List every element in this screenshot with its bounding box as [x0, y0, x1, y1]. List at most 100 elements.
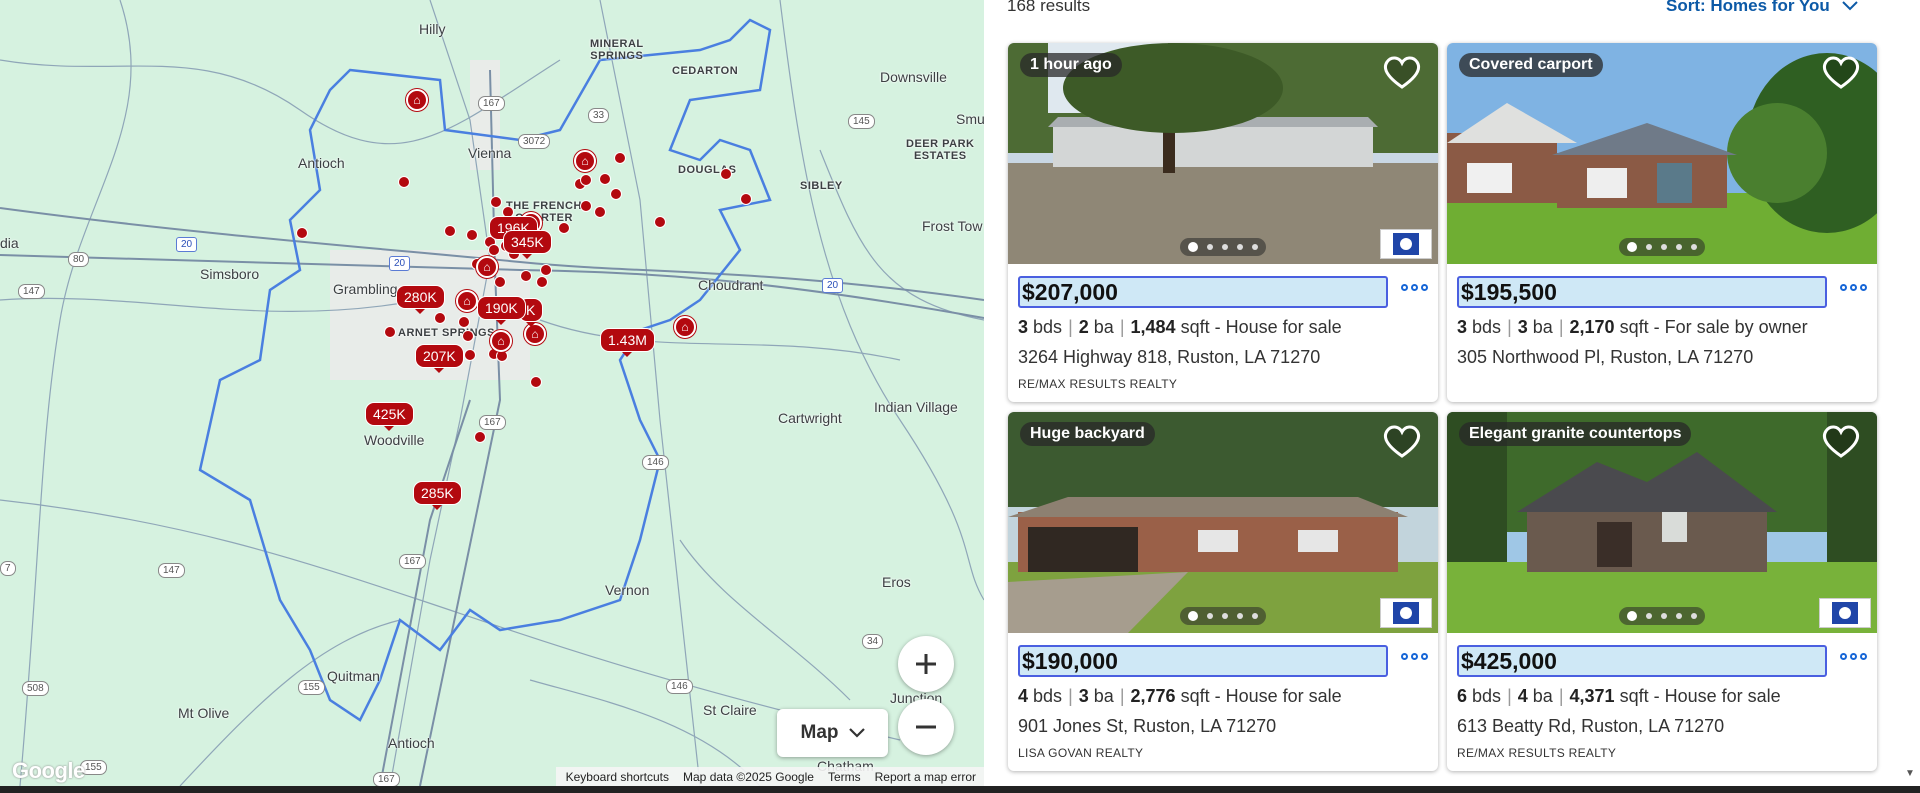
listing-dot[interactable]: [466, 229, 478, 241]
price-pin[interactable]: 425K: [365, 402, 414, 431]
photo-carousel-dots[interactable]: [1180, 607, 1266, 625]
more-options-icon[interactable]: [1840, 284, 1867, 291]
listing-price[interactable]: $190,000: [1018, 645, 1388, 677]
listing-photo[interactable]: 1 hour ago: [1008, 43, 1438, 264]
listing-dot[interactable]: [580, 200, 592, 212]
listing-dot[interactable]: [520, 270, 532, 282]
listing-photo[interactable]: Elegant granite countertops: [1447, 412, 1877, 633]
listing-dot[interactable]: [434, 312, 446, 324]
listing-card[interactable]: Covered carport $195,500 3 bds | 3 ba | 2,17…: [1447, 43, 1877, 402]
place-label: DEER PARK ESTATES: [906, 138, 975, 162]
baths-count: 3: [1517, 317, 1528, 337]
price-pin[interactable]: 345K: [503, 230, 552, 259]
listing-address[interactable]: 613 Beatty Rd, Ruston, LA 71270: [1457, 716, 1724, 737]
heart-icon[interactable]: [1819, 419, 1863, 463]
map[interactable]: Hilly MINERAL SPRINGS CEDARTON Downsvill…: [0, 0, 984, 786]
listing-price[interactable]: $425,000: [1457, 645, 1827, 677]
listing-dot[interactable]: [610, 188, 622, 200]
listing-tag: 1 hour ago: [1020, 53, 1122, 77]
photo-carousel-dots[interactable]: [1180, 238, 1266, 256]
listing-dot[interactable]: [494, 276, 506, 288]
open-house-pin[interactable]: ⌂: [490, 330, 512, 352]
open-house-pin[interactable]: ⌂: [574, 150, 596, 172]
scroll-down-arrow-icon[interactable]: ▼: [1905, 768, 1915, 779]
place-label: Choudrant: [698, 277, 764, 293]
place-label: SIBLEY: [800, 180, 843, 192]
more-options-icon[interactable]: [1401, 653, 1428, 660]
google-logo: Google: [12, 758, 85, 783]
beds-label: bds: [1033, 686, 1063, 706]
place-label: Vernon: [605, 582, 650, 598]
price-pin[interactable]: 280K: [396, 285, 445, 314]
map-type-select[interactable]: Map: [777, 709, 888, 757]
horizontal-scrollbar[interactable]: [0, 786, 1920, 793]
heart-icon[interactable]: [1380, 50, 1424, 94]
listing-dot[interactable]: [558, 222, 570, 234]
listing-dot[interactable]: [580, 174, 592, 186]
price-pin[interactable]: 190K: [477, 296, 526, 325]
route-shield: 155: [298, 680, 325, 695]
listing-dot[interactable]: [530, 376, 542, 388]
listing-dot[interactable]: [536, 276, 548, 288]
listing-dot[interactable]: [444, 225, 456, 237]
listing-dot[interactable]: [384, 326, 396, 338]
app: Hilly MINERAL SPRINGS CEDARTON Downsvill…: [0, 0, 1920, 793]
listing-dot[interactable]: [462, 330, 474, 342]
baths-label: ba: [1093, 317, 1114, 337]
listing-dot[interactable]: [490, 196, 502, 208]
route-shield: 80: [68, 252, 90, 267]
listing-card[interactable]: Huge backyard $190,000 4 bds | 3 ba | 2,776 …: [1008, 412, 1438, 771]
listing-price[interactable]: $195,500: [1457, 276, 1827, 308]
listing-photo[interactable]: Huge backyard: [1008, 412, 1438, 633]
listing-facts: 6 bds | 4 ba | 4,371 sqft - House for sale: [1457, 686, 1781, 706]
place-label: Simsboro: [200, 266, 260, 282]
price-pin[interactable]: 285K: [413, 481, 462, 510]
listing-dot[interactable]: [488, 244, 500, 256]
zoom-out-button[interactable]: [898, 699, 954, 755]
listing-dot[interactable]: [594, 206, 606, 218]
more-options-icon[interactable]: [1840, 653, 1867, 660]
open-house-pin[interactable]: ⌂: [674, 316, 696, 338]
listing-dot[interactable]: [599, 173, 611, 185]
open-house-pin[interactable]: ⌂: [476, 256, 498, 278]
listing-address[interactable]: 3264 Highway 818, Ruston, LA 71270: [1018, 347, 1320, 368]
listing-dot[interactable]: [474, 431, 486, 443]
listing-dot[interactable]: [720, 168, 732, 180]
zoom-in-button[interactable]: [898, 636, 954, 692]
sqft-label: sqft: [1619, 686, 1649, 706]
open-house-pin[interactable]: ⌂: [456, 290, 478, 312]
listing-dot[interactable]: [614, 152, 626, 164]
listing-dot[interactable]: [464, 349, 476, 361]
listing-photo[interactable]: Covered carport: [1447, 43, 1877, 264]
report-error-link[interactable]: Report a map error: [875, 770, 976, 784]
baths-count: 4: [1517, 686, 1528, 706]
route-shield: 167: [373, 772, 400, 786]
price-pin[interactable]: 207K: [415, 344, 464, 373]
plus-icon: [916, 654, 936, 674]
listing-address[interactable]: 305 Northwood Pl, Ruston, LA 71270: [1457, 347, 1753, 368]
listing-broker: RE/MAX RESULTS REALTY: [1018, 377, 1178, 391]
listing-price[interactable]: $207,000: [1018, 276, 1388, 308]
listing-dot[interactable]: [740, 193, 752, 205]
open-house-pin[interactable]: ⌂: [406, 89, 428, 111]
listing-dot[interactable]: [296, 227, 308, 239]
listing-dot[interactable]: [458, 316, 470, 328]
keyboard-shortcuts-link[interactable]: Keyboard shortcuts: [566, 770, 669, 784]
terms-link[interactable]: Terms: [828, 770, 861, 784]
beds-count: 3: [1457, 317, 1468, 337]
sort-dropdown[interactable]: Sort: Homes for You: [1666, 0, 1858, 16]
listing-dot[interactable]: [654, 216, 666, 228]
mls-logo-icon: [1380, 598, 1432, 628]
price-pin[interactable]: 1.43M: [600, 328, 655, 357]
heart-icon[interactable]: [1819, 50, 1863, 94]
heart-icon[interactable]: [1380, 419, 1424, 463]
listing-dot[interactable]: [398, 176, 410, 188]
more-options-icon[interactable]: [1401, 284, 1428, 291]
photo-carousel-dots[interactable]: [1619, 607, 1705, 625]
listing-card[interactable]: 1 hour ago $207,000 3 bds | 2 ba | 1,484 sqf…: [1008, 43, 1438, 402]
listing-card[interactable]: Elegant granite countertops $425,000 6 b…: [1447, 412, 1877, 771]
sqft-value: 1,484: [1130, 317, 1176, 337]
photo-carousel-dots[interactable]: [1619, 238, 1705, 256]
listing-address[interactable]: 901 Jones St, Ruston, LA 71270: [1018, 716, 1276, 737]
listing-dot[interactable]: [540, 264, 552, 276]
